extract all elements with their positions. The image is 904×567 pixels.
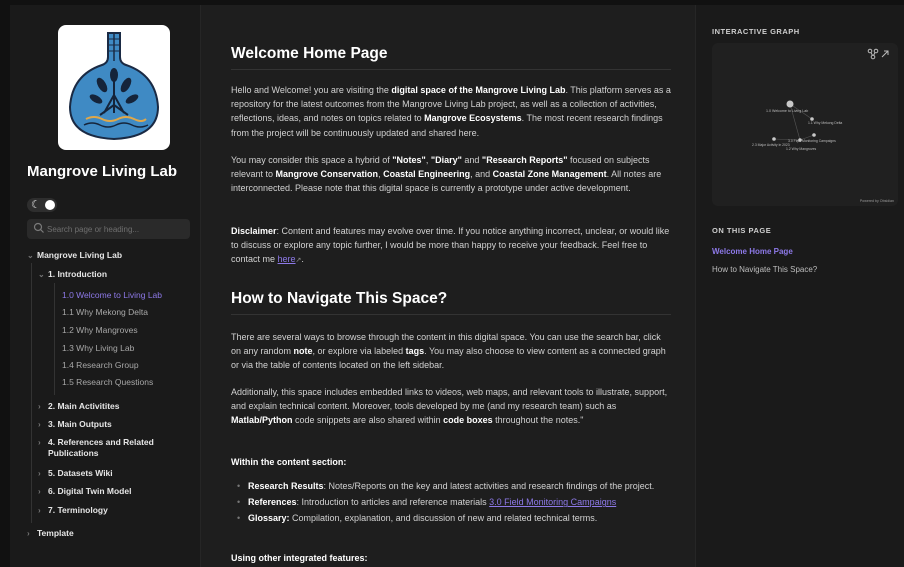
left-sidebar: Mangrove Living Lab ☾ ⌄Mangrove Living L…	[10, 5, 200, 567]
content-section-label: Within the content section:	[231, 457, 347, 467]
site-logo[interactable]	[58, 25, 170, 150]
section-heading-navigate: How to Navigate This Space?	[231, 290, 448, 307]
features-paragraph: Additionally, this space includes embedd…	[231, 387, 668, 426]
content-section-list: Research Results: Notes/Reports on the k…	[237, 479, 667, 528]
graph-node[interactable]	[812, 133, 816, 137]
contact-link[interactable]: here	[278, 254, 296, 264]
right-sidebar: INTERACTIVE GRAPH 1.0 Welcome to Living …	[696, 5, 904, 567]
nav-folder-terminology[interactable]: › 7. Terminology	[38, 505, 108, 516]
chevron-down-icon: ⌄	[38, 270, 45, 279]
tree-guide-line	[31, 263, 32, 523]
vase-with-mangrove-tree-logo	[68, 32, 160, 141]
chevron-down-icon: ⌄	[27, 251, 34, 260]
chevron-right-icon: ›	[38, 487, 41, 496]
graph-node-label: 3.0 Field Monitoring Campaigns	[788, 139, 836, 143]
toc-item-welcome[interactable]: Welcome Home Page	[712, 247, 793, 256]
chevron-right-icon: ›	[38, 469, 41, 478]
nav-folder-template[interactable]: › Template	[27, 528, 74, 539]
intro-paragraph: Hello and Welcome! you are visiting the …	[231, 85, 671, 138]
toc-item-navigate[interactable]: How to Navigate This Space?	[712, 265, 817, 274]
chevron-right-icon: ›	[38, 506, 41, 515]
list-item: Glossary: Compilation, explanation, and …	[237, 511, 667, 525]
graph-node[interactable]	[786, 100, 794, 108]
interactive-graph[interactable]: 1.0 Welcome to Living Lab 1.1 Why Mekong…	[712, 43, 898, 206]
site-title[interactable]: Mangrove Living Lab	[27, 163, 177, 180]
search-icon	[33, 222, 44, 233]
tree-guide-line	[54, 283, 55, 395]
graph-node-label: 1.2 Why Mangroves	[786, 147, 816, 151]
theme-toggle[interactable]: ☾	[27, 198, 57, 212]
graph-canvas: 1.0 Welcome to Living Lab 1.1 Why Mekong…	[752, 48, 894, 203]
expand-icon[interactable]	[881, 50, 889, 58]
chevron-right-icon: ›	[27, 529, 30, 538]
graph-node-label: 1.0 Welcome to Living Lab	[766, 109, 808, 113]
article-content: Welcome Home Page Hello and Welcome! you…	[200, 5, 696, 567]
chevron-right-icon: ›	[38, 402, 41, 411]
nav-folder-introduction[interactable]: ⌄ 1. Introduction	[38, 269, 107, 280]
chevron-right-icon: ›	[38, 438, 41, 447]
graph-node-label: 1.1 Why Mekong Delta	[808, 121, 842, 125]
graph-view-icon[interactable]	[867, 48, 879, 60]
graph-credit[interactable]: Powered by Obsidian	[860, 199, 894, 203]
nav-folder-digital-twin-model[interactable]: › 6. Digital Twin Model	[38, 486, 131, 497]
nav-item-welcome[interactable]: 1.0 Welcome to Living Lab	[62, 290, 162, 301]
graph-node[interactable]	[772, 137, 776, 141]
app-window: Mangrove Living Lab ☾ ⌄Mangrove Living L…	[10, 5, 904, 567]
nav-folder-main-activities[interactable]: › 2. Main Activitites	[38, 401, 119, 412]
integrated-features-label: Using other integrated features:	[231, 553, 368, 563]
heading-divider	[231, 69, 671, 70]
chevron-right-icon: ›	[38, 420, 41, 429]
graph-node-label: 2.3 Major Activity in 2023	[752, 143, 790, 147]
list-item: References: Introduction to articles and…	[237, 495, 667, 509]
nav-item-why-mangroves[interactable]: 1.2 Why Mangroves	[62, 325, 138, 336]
search-bar[interactable]	[27, 219, 190, 239]
nav-folder-mangrove-living-lab[interactable]: ⌄ Mangrove Living Lab	[27, 250, 122, 261]
list-item: Research Results: Notes/Reports on the k…	[237, 479, 667, 493]
toc-heading: ON THIS PAGE	[712, 226, 772, 235]
search-input[interactable]	[47, 219, 187, 239]
navigate-paragraph: There are several ways to browse through…	[231, 332, 666, 371]
nav-folder-main-outputs[interactable]: › 3. Main Outputs	[38, 419, 112, 430]
page-title: Welcome Home Page	[231, 45, 388, 62]
nav-item-why-living-lab[interactable]: 1.3 Why Living Lab	[62, 343, 134, 354]
nav-folder-datasets-wiki[interactable]: › 5. Datasets Wiki	[38, 468, 113, 479]
moon-icon: ☾	[31, 199, 41, 211]
heading-divider	[231, 314, 671, 315]
disclaimer-paragraph: Disclaimer: Content and features may evo…	[231, 226, 670, 265]
field-monitoring-link[interactable]: 3.0 Field Monitoring Campaigns	[489, 497, 616, 507]
nav-item-why-mekong-delta[interactable]: 1.1 Why Mekong Delta	[62, 307, 148, 318]
nav-item-research-questions[interactable]: 1.5 Research Questions	[62, 377, 153, 388]
toggle-knob	[45, 200, 55, 210]
hybrid-paragraph: You may consider this space a hybrid of …	[231, 155, 662, 194]
nav-item-research-group[interactable]: 1.4 Research Group	[62, 360, 139, 371]
graph-heading: INTERACTIVE GRAPH	[712, 27, 800, 36]
nav-folder-references[interactable]: › 4. References and Related Publications	[38, 437, 168, 459]
